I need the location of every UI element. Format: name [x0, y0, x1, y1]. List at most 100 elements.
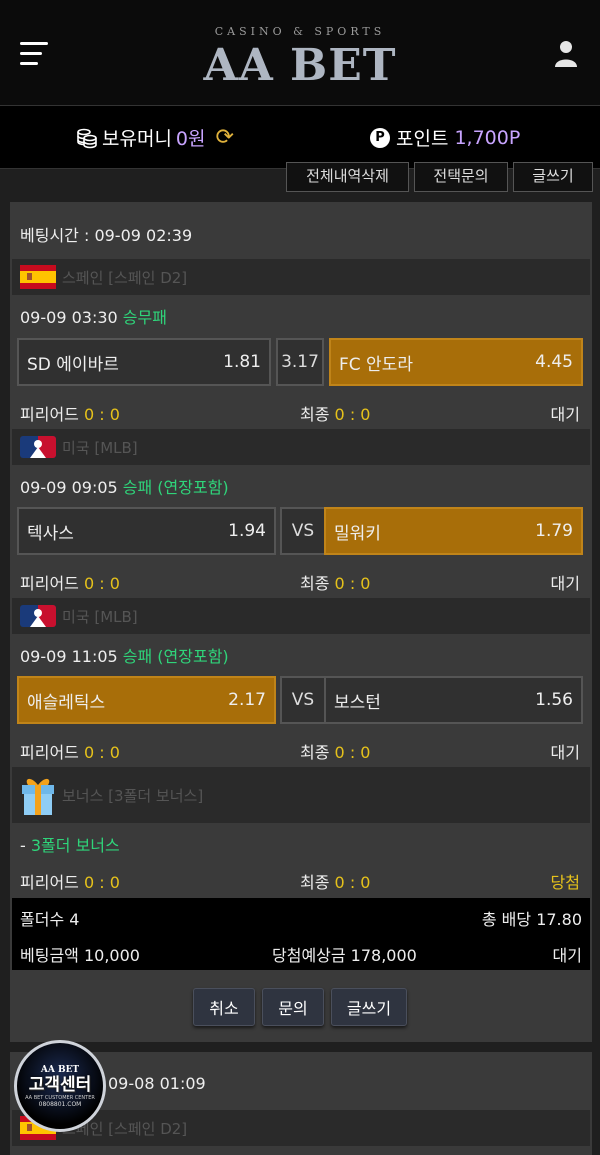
final-label: 최종	[300, 405, 330, 424]
inquiry-bet-button[interactable]: 문의	[262, 988, 324, 1026]
match-time-value: 09-09 09:05	[20, 478, 118, 497]
bonus-dash: -	[20, 836, 31, 855]
match-time-value: 09-09 11:05	[20, 647, 118, 666]
league-name: 미국 [MLB]	[62, 438, 138, 457]
league-header: 스페인 [스페인 D2]	[12, 1110, 590, 1146]
final-score: 0 : 0	[334, 873, 371, 892]
home-odds: 1.94	[228, 521, 266, 541]
score-row: 피리어드 0 : 0 최종 0 : 0 대기	[20, 570, 580, 594]
mlb-logo-icon	[20, 605, 56, 627]
away-odds-button[interactable]: 보스턴 1.56	[324, 676, 583, 724]
point-value: 1,700P	[454, 126, 521, 149]
match-time: 09-09 11:05 승패 (연장포함)	[20, 643, 229, 667]
money-value: 0원	[175, 128, 206, 150]
customer-center-badge[interactable]: AA BET 고객센터 AA BET CUSTOMER CENTER 08088…	[14, 1040, 106, 1132]
spain-flag-icon	[20, 265, 56, 289]
expected-win: 당첨예상금 178,000	[272, 946, 417, 965]
home-odds: 1.81	[223, 352, 261, 372]
away-odds: 1.56	[535, 690, 573, 710]
draw-odds-button[interactable]: 3.17	[276, 338, 324, 386]
period-label: 피리어드	[20, 873, 79, 892]
league-name: 미국 [MLB]	[62, 607, 138, 626]
period-label: 피리어드	[20, 405, 79, 424]
bet-time: 09-08 01:09	[108, 1074, 206, 1093]
match-time: 09-09 09:05 승패 (연장포함)	[20, 474, 229, 498]
league-header: 미국 [MLB]	[12, 429, 590, 465]
brand-logo[interactable]: AA BET	[0, 40, 600, 91]
bet-slip-card: 베팅시간 : 09-09 02:39 스페인 [스페인 D2] 09-09 03…	[10, 202, 592, 1042]
total-odds: 총 배당 17.80	[481, 910, 582, 929]
top-header: CASINO & SPORTS AA BET	[0, 0, 600, 105]
period-score: 0 : 0	[83, 405, 120, 424]
point-label: 포인트	[396, 128, 449, 150]
market-type: 승패 (연장포함)	[122, 478, 229, 497]
home-team: 애슬레틱스	[27, 692, 106, 713]
vs-label: VS	[280, 676, 326, 724]
money-label: 보유머니	[102, 128, 172, 150]
away-team: FC 안도라	[339, 354, 413, 375]
mlb-logo-icon	[20, 436, 56, 458]
write-post-button[interactable]: 글쓰기	[331, 988, 407, 1026]
league-header: 스페인 [스페인 D2]	[12, 259, 590, 295]
league-header: 미국 [MLB]	[12, 598, 590, 634]
vs-label: VS	[280, 507, 326, 555]
home-odds-button[interactable]: 텍사스 1.94	[17, 507, 276, 555]
home-team: SD 에이바르	[27, 354, 119, 375]
away-odds-button[interactable]: 밀워키 1.79	[324, 507, 583, 555]
bonus-title: 3폴더 보너스	[30, 836, 120, 855]
inquiry-button[interactable]: 전택문의	[414, 162, 508, 192]
point-balance: P 포인트 1,700P	[370, 124, 520, 151]
balance-bar: 보유머니 0원 ⟳ P 포인트 1,700P	[0, 105, 600, 169]
home-odds: 2.17	[228, 690, 266, 710]
league-header: 보너스 [3폴더 보너스]	[12, 767, 590, 823]
cancel-button[interactable]: 취소	[193, 988, 255, 1026]
write-button[interactable]: 글쓰기	[513, 162, 593, 192]
match-time: 09-09 03:30 승무패	[20, 304, 167, 328]
bet-time: 베팅시간 : 09-09 02:39	[20, 226, 193, 245]
home-odds-button[interactable]: SD 에이바르 1.81	[17, 338, 271, 386]
league-name: 보너스 [3폴더 보너스]	[62, 786, 204, 805]
refresh-icon[interactable]: ⟳	[216, 125, 234, 150]
market-type: 승패 (연장포함)	[122, 647, 229, 666]
away-team: 밀워키	[334, 523, 381, 544]
bonus-status: 당첨	[550, 873, 580, 892]
bet-summary: 폴더수 4 총 배당 17.80 베팅금액 10,000 당첨예상금 178,0…	[12, 898, 590, 970]
delete-all-history-button[interactable]: 전체내역삭제	[286, 162, 409, 192]
game-status: 대기	[550, 574, 580, 593]
final-label: 최종	[300, 743, 330, 762]
folder-count: 폴더수 4	[20, 910, 80, 929]
bet-status: 대기	[552, 946, 582, 965]
away-odds: 4.45	[535, 352, 573, 372]
home-team: 텍사스	[27, 523, 74, 544]
home-odds-button[interactable]: 애슬레틱스 2.17	[17, 676, 276, 724]
cs-brand: AA BET	[40, 1064, 80, 1075]
period-score: 0 : 0	[83, 574, 120, 593]
period-score: 0 : 0	[83, 743, 120, 762]
market-type: 승무패	[122, 308, 167, 327]
brand-subtitle: CASINO & SPORTS	[214, 25, 386, 38]
period-score: 0 : 0	[83, 873, 120, 892]
away-odds-button[interactable]: FC 안도라 4.45	[329, 338, 583, 386]
final-score: 0 : 0	[334, 743, 371, 762]
user-icon[interactable]	[554, 40, 578, 68]
game-status: 대기	[550, 405, 580, 424]
score-row: 피리어드 0 : 0 최종 0 : 0 당첨	[20, 869, 580, 893]
period-label: 피리어드	[20, 574, 79, 593]
game-status: 대기	[550, 743, 580, 762]
final-score: 0 : 0	[334, 405, 371, 424]
final-score: 0 : 0	[334, 574, 371, 593]
bonus-name: - 3폴더 보너스	[20, 832, 120, 856]
final-label: 최종	[300, 873, 330, 892]
league-name: 스페인 [스페인 D2]	[62, 268, 188, 287]
period-label: 피리어드	[20, 743, 79, 762]
score-row: 피리어드 0 : 0 최종 0 : 0 대기	[20, 739, 580, 763]
bet-amount: 베팅금액 10,000	[20, 946, 140, 965]
away-team: 보스턴	[334, 692, 381, 713]
cs-url: 0808801.COM	[38, 1100, 82, 1108]
coins-icon	[77, 128, 97, 148]
gift-box-icon	[22, 778, 54, 815]
cs-title: 고객센터	[28, 1074, 92, 1095]
final-label: 최종	[300, 574, 330, 593]
point-icon: P	[370, 127, 390, 148]
money-balance: 보유머니 0원 ⟳	[76, 124, 234, 151]
